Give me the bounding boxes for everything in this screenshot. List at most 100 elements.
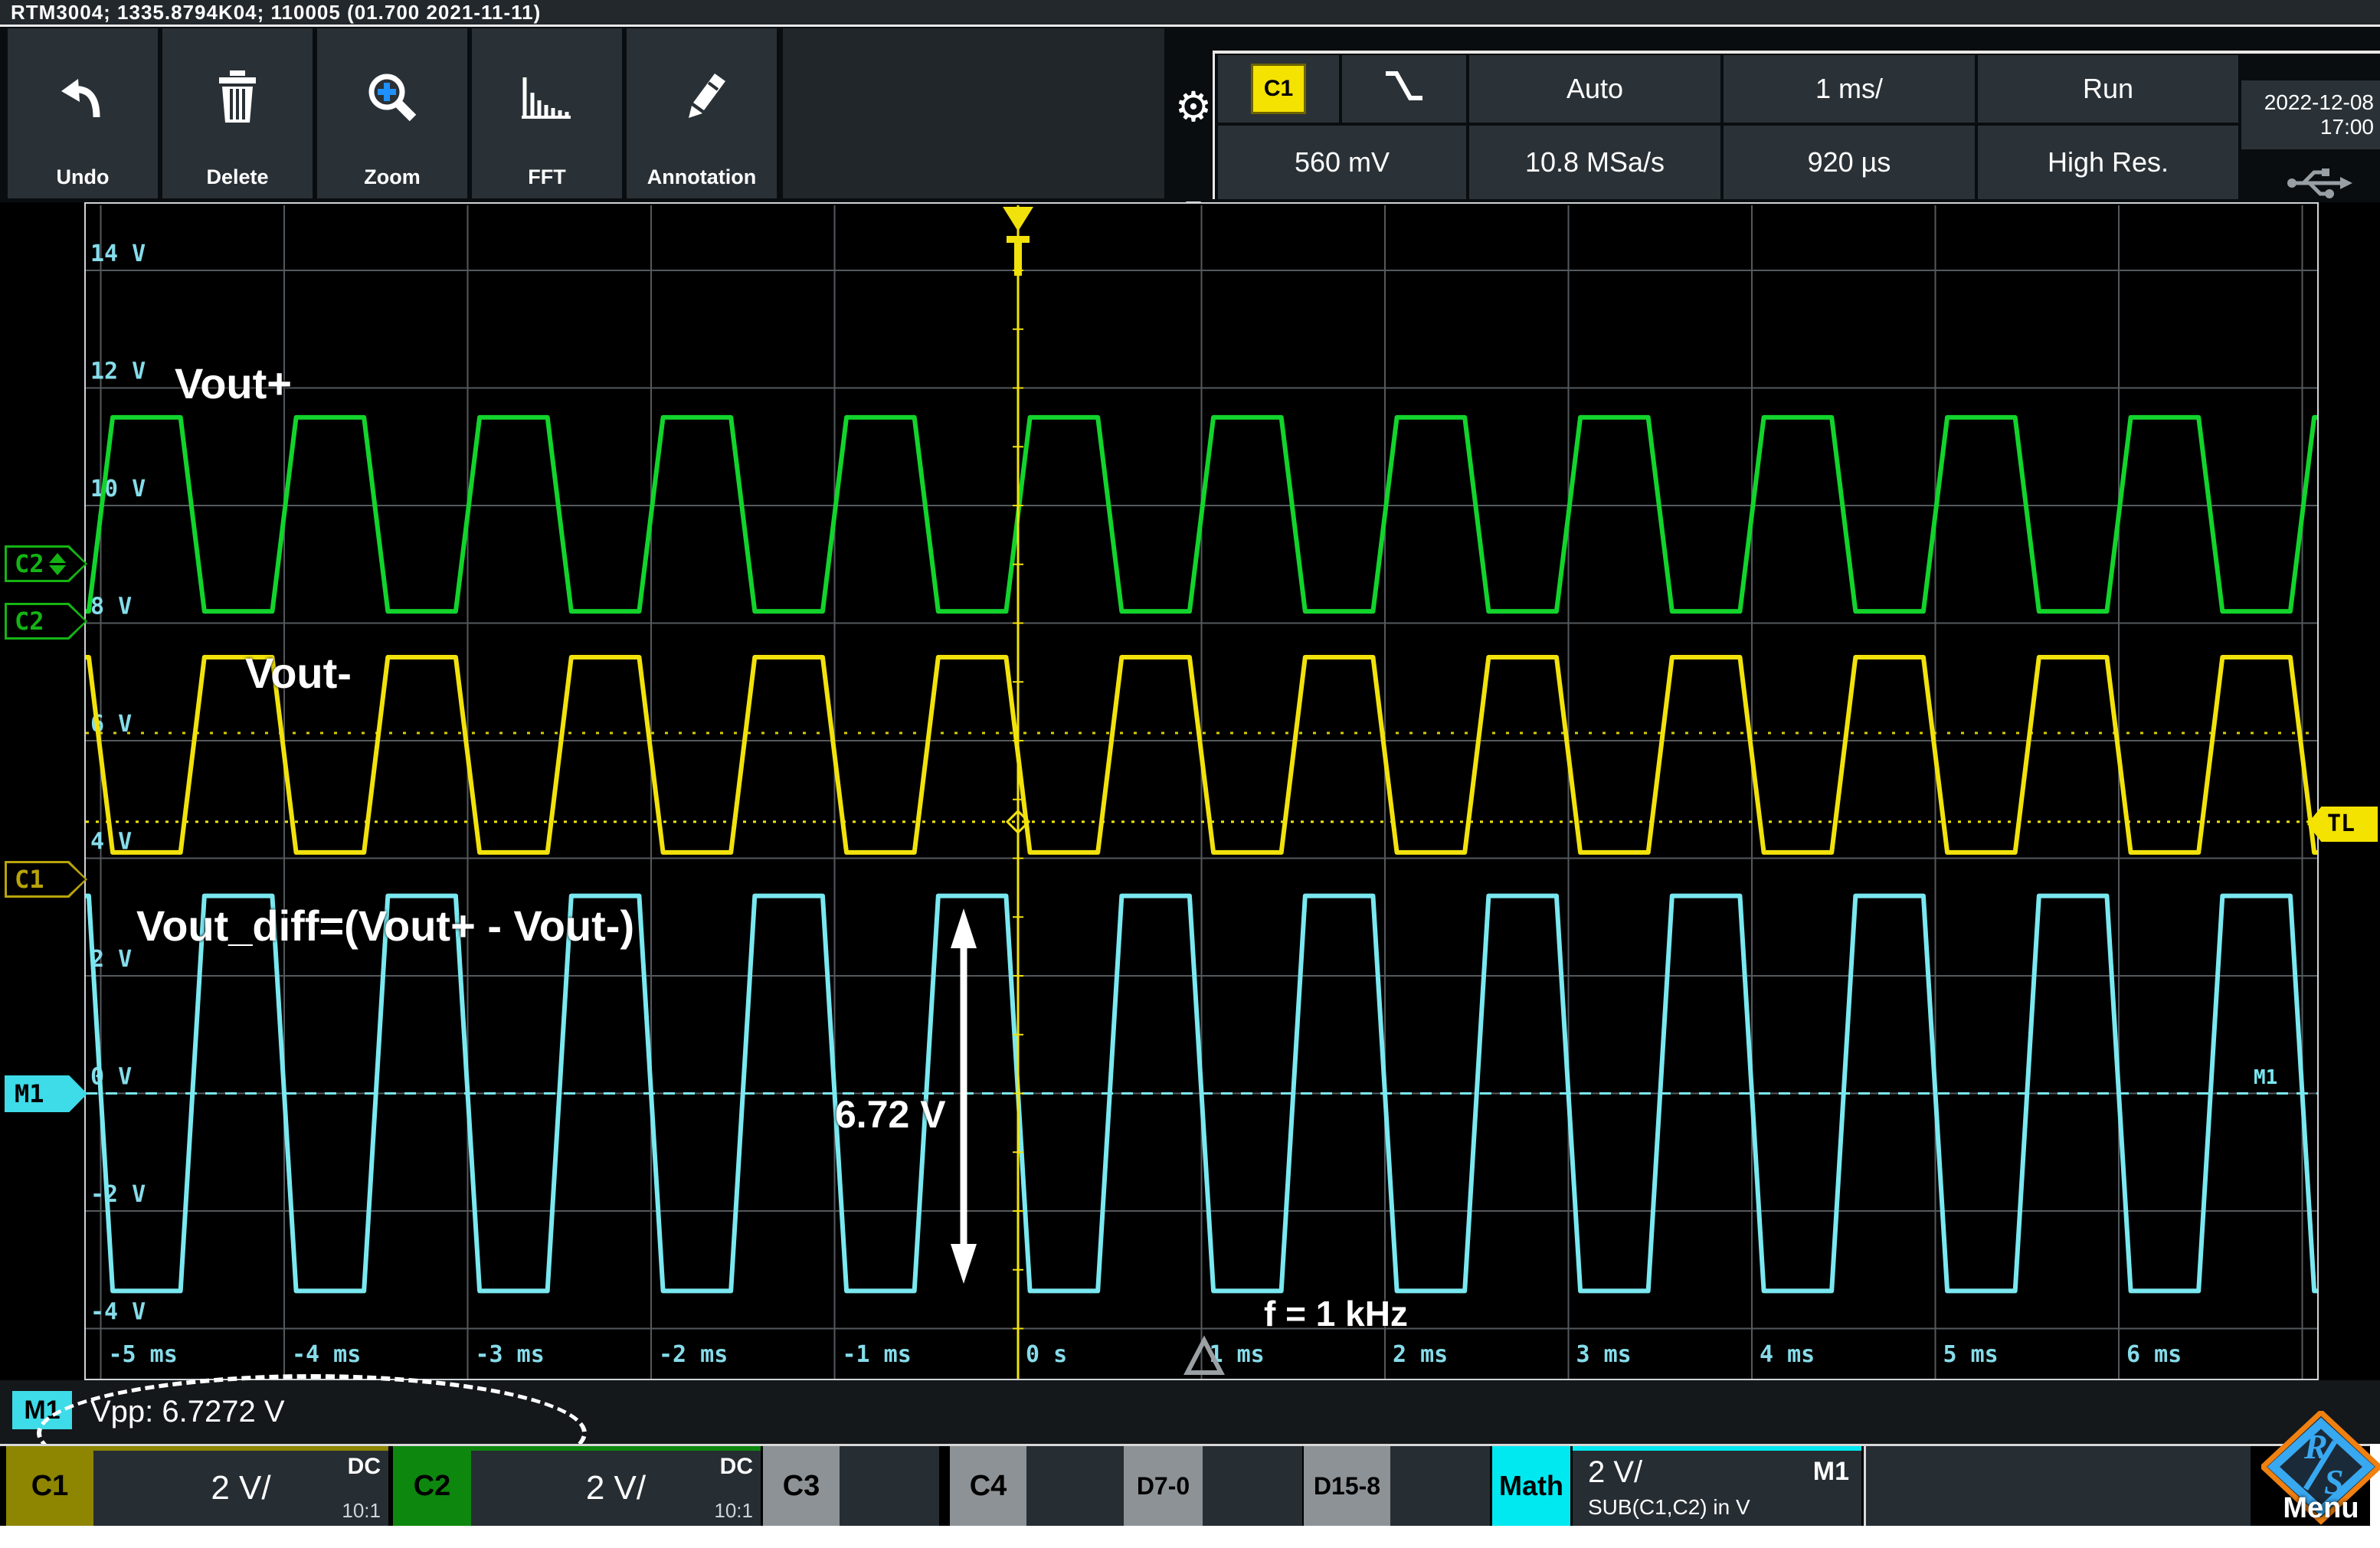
vout-minus-label: Vout- (245, 648, 352, 698)
channel-c4-settings[interactable] (1026, 1446, 1126, 1526)
menu-button[interactable]: Menu (2261, 1492, 2380, 1525)
y-axis-label: -2 V (90, 1181, 146, 1208)
trash-icon (213, 28, 262, 165)
trigger-level-flag[interactable]: TL (2307, 807, 2378, 842)
grid-top-line (1213, 51, 2380, 54)
grid-left-line (1213, 51, 1215, 199)
c2-probe: 10:1 (714, 1499, 753, 1523)
undo-button[interactable]: Undo (8, 28, 158, 198)
digital-d7-0-button[interactable]: D7-0 (1124, 1446, 1203, 1526)
trigger-source-cell[interactable]: C1 (1218, 55, 1339, 123)
tl-flag-label: TL (2327, 810, 2355, 837)
math-ref-label: M1 (1813, 1457, 1849, 1487)
date-text: 2022-12-08 (2264, 90, 2374, 115)
trigger-t-marker (1014, 236, 1022, 276)
x-axis-label: 5 ms (1943, 1341, 1999, 1368)
m1-flag-label: M1 (15, 1079, 44, 1108)
toolbar: Undo Delete Zoom FFT Annotation (0, 27, 2380, 202)
math-button[interactable]: Math (1492, 1446, 1570, 1526)
x-axis-label: -1 ms (843, 1341, 912, 1368)
scroll-updown-icon (49, 553, 66, 575)
fft-button[interactable]: FFT (472, 28, 622, 198)
annotation-button[interactable]: Annotation (627, 28, 777, 198)
x-axis-label: 4 ms (1760, 1341, 1815, 1368)
channel-c4-button[interactable]: C4 (950, 1446, 1026, 1526)
acquisition-time-value: 920 µs (1808, 146, 1891, 178)
digital-d15-8-button[interactable]: D15-8 (1304, 1446, 1390, 1526)
zoom-label: Zoom (364, 165, 421, 198)
delete-label: Delete (206, 165, 268, 198)
x-axis-label: 0 s (1026, 1341, 1067, 1368)
time-text: 17:00 (2320, 115, 2374, 139)
acquisition-time-cell[interactable]: 920 µs (1724, 126, 1975, 199)
y-axis-label: 14 V (90, 241, 146, 267)
device-id-text: RTM3004; 1335.8794K04; 110005 (01.700 20… (0, 1, 541, 25)
y-axis-label: 12 V (90, 358, 146, 385)
y-axis-label: 10 V (90, 476, 146, 502)
channel-c1-settings[interactable]: 2 V/ DC 10:1 (93, 1446, 388, 1526)
undo-label: Undo (57, 165, 110, 198)
x-axis-label: -4 ms (292, 1341, 361, 1368)
trigger-mode-value: Auto (1566, 73, 1623, 105)
falling-edge-icon (1383, 67, 1426, 111)
c2-offset-flag[interactable]: C2 (5, 545, 87, 582)
channel-c1-button[interactable]: C1 (6, 1446, 93, 1526)
delete-button[interactable]: Delete (162, 28, 313, 198)
undo-icon (58, 28, 107, 165)
usb-icon (2287, 163, 2352, 207)
oscilloscope-screen: RTM3004; 1335.8794K04; 110005 (01.700 20… (0, 0, 2380, 1548)
freq-label: f = 1 kHz (1264, 1293, 1408, 1334)
measurement-source-badge: M1 (12, 1391, 72, 1429)
vpp-arrow-head-up (951, 908, 977, 948)
c1-flag-label: C1 (15, 865, 44, 894)
timebase-value: 1 ms/ (1815, 73, 1883, 105)
trigger-source-badge[interactable]: C1 (1251, 64, 1306, 114)
vpp-arrow-head-down (951, 1244, 977, 1284)
c2-flag-label: C2 (15, 607, 44, 636)
channel-c3-settings[interactable] (840, 1446, 939, 1526)
channel-c2-button[interactable]: C2 (393, 1446, 471, 1526)
fft-label: FFT (528, 165, 565, 198)
digital-d7-0-settings[interactable] (1203, 1446, 1302, 1526)
math-m1-settings[interactable]: 2 V/ M1 SUB(C1,C2) in V (1573, 1446, 1861, 1526)
c1-ground-flag[interactable]: C1 (5, 861, 87, 898)
y-axis-label: 8 V (90, 594, 132, 620)
c2-ground-flag[interactable]: C2 (5, 603, 87, 640)
acquisition-mode-cell[interactable]: High Res. (1978, 126, 2238, 199)
gear-icon[interactable]: ⚙ (1170, 73, 1216, 165)
x-axis-label: -5 ms (109, 1341, 178, 1368)
pencil-icon (675, 28, 728, 165)
channel-c3-button[interactable]: C3 (763, 1446, 840, 1526)
c1-coupling: DC (348, 1454, 381, 1480)
measurement-row: M1 Vpp: 6.7272 V (0, 1380, 2380, 1444)
zoom-icon (365, 28, 419, 165)
trigger-level-cell[interactable]: 560 mV (1218, 126, 1466, 199)
fft-spectrum-icon (520, 28, 574, 165)
run-state-cell[interactable]: Run (1978, 55, 2238, 123)
title-bar: RTM3004; 1335.8794K04; 110005 (01.700 20… (0, 0, 2380, 27)
trigger-position-marker (1003, 207, 1033, 231)
sample-rate-value: 10.8 MSa/s (1525, 146, 1665, 178)
vout-plus-label: Vout+ (175, 358, 292, 408)
timebase-cell[interactable]: 1 ms/ (1724, 55, 1975, 123)
m1-reference-flag[interactable]: M1 (5, 1075, 87, 1112)
x-axis-label: 3 ms (1576, 1341, 1632, 1368)
y-axis-label: -4 V (90, 1299, 146, 1326)
run-state-value: Run (2083, 73, 2133, 105)
vpp-arrow-label: 6.72 V (835, 1092, 946, 1137)
x-axis-label: -3 ms (476, 1341, 545, 1368)
acquisition-mode-value: High Res. (2048, 146, 2169, 178)
vout-diff-label: Vout_diff=(Vout+ - Vout-) (136, 901, 634, 951)
waveform-svg: 14 V12 V10 V8 V6 V4 V2 V0 V-2 V-4 V-5 ms… (86, 205, 2317, 1379)
channel-bar-spacer (1864, 1446, 2251, 1526)
trigger-mode-cell[interactable]: Auto (1469, 55, 1720, 123)
vpp-measurement-text: Vpp: 6.7272 V (90, 1380, 285, 1444)
toolbar-spacer (783, 28, 1164, 198)
bottom-margin (0, 1526, 2380, 1548)
digital-d15-8-settings[interactable] (1390, 1446, 1490, 1526)
sample-rate-cell[interactable]: 10.8 MSa/s (1469, 126, 1720, 199)
zoom-button[interactable]: Zoom (317, 28, 467, 198)
trigger-level-value: 560 mV (1295, 146, 1390, 178)
channel-c2-settings[interactable]: 2 V/ DC 10:1 (471, 1446, 761, 1526)
trigger-slope-cell[interactable] (1342, 55, 1466, 123)
